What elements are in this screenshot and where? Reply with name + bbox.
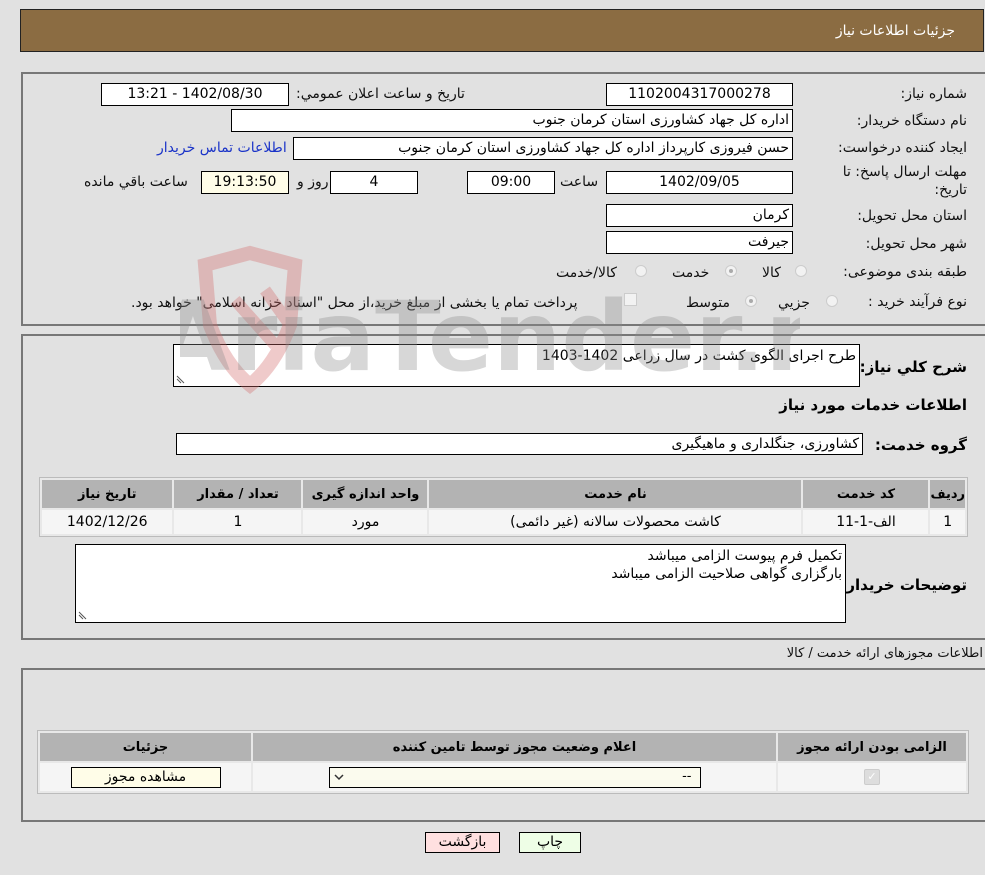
page-title: جزئیات اطلاعات نیاز — [835, 23, 955, 39]
deadline-time-field: 09:00 — [467, 171, 555, 194]
description-textarea[interactable]: طرح اجرای الگوی کشت در سال زراعی 1402-14… — [173, 344, 860, 387]
back-button[interactable]: بازگشت — [425, 832, 500, 853]
announce-date-label: تاریخ و ساعت اعلان عمومي: — [296, 86, 465, 102]
buyer-notes-line-2: بارگزاری گواهی صلاحیت الزامی میباشد — [611, 566, 842, 582]
buyer-org-field: اداره کل جهاد کشاورزی استان کرمان جنوب — [231, 109, 793, 132]
buyer-notes-line-1: تکمیل فرم پیوست الزامی میباشد — [647, 548, 843, 564]
cell-service-code: الف-1-11 — [803, 510, 929, 534]
table-row: 1 الف-1-11 کاشت محصولات سالانه (غیر دائم… — [42, 510, 965, 534]
description-text: طرح اجرای الگوی کشت در سال زراعی 1402-14… — [541, 348, 856, 364]
city-label: شهر محل تحویل: — [865, 236, 967, 252]
creator-label: ایجاد کننده درخواست: — [838, 140, 967, 156]
col-permit-details: جزئیات — [40, 733, 251, 761]
creator-field: حسن فیروزی کارپرداز اداره کل جهاد کشاورز… — [293, 137, 793, 160]
process-radio-minor[interactable] — [826, 295, 838, 307]
view-permit-button[interactable]: مشاهده مجوز — [70, 766, 221, 788]
col-service-code: کد خدمت — [803, 480, 929, 508]
service-group-field: کشاورزی، جنگلداری و ماهیگیری — [176, 433, 863, 455]
category-label: طبقه بندی موضوعی: — [843, 264, 967, 280]
treasury-note: پرداخت تمام یا بخشی از مبلغ خرید،از محل … — [131, 295, 578, 311]
process-option-medium: متوسط — [686, 295, 730, 311]
services-table-header: ردیف کد خدمت نام خدمت واحد اندازه گیری ت… — [42, 480, 965, 508]
treasury-checkbox[interactable] — [624, 293, 637, 306]
service-group-label: گروه خدمت: — [874, 436, 967, 454]
cell-unit: مورد — [303, 510, 428, 534]
cell-row: 1 — [930, 510, 965, 534]
province-label: استان محل تحویل: — [857, 208, 967, 224]
process-radio-medium[interactable] — [745, 295, 757, 307]
category-option-goods: کالا — [762, 265, 781, 281]
cell-permit-details: مشاهده مجوز — [40, 763, 251, 791]
col-quantity: تعداد / مقدار — [174, 480, 302, 508]
table-row: ✓ -- مشاهده مجوز — [40, 763, 966, 791]
time-remaining-label: ساعت باقي مانده — [84, 174, 188, 190]
services-section-title: اطلاعات خدمات مورد نیاز — [779, 396, 967, 414]
cell-permit-required: ✓ — [778, 763, 966, 791]
print-button[interactable]: چاپ — [519, 832, 581, 853]
col-permit-required: الزامی بودن ارائه مجوز — [778, 733, 966, 761]
category-radio-service[interactable] — [725, 265, 737, 277]
need-number-field: 1102004317000278 — [606, 83, 793, 106]
permits-table: الزامی بودن ارائه مجوز اعلام وضعیت مجوز … — [37, 730, 969, 794]
col-unit: واحد اندازه گیری — [303, 480, 428, 508]
category-radio-goods-service[interactable] — [635, 265, 647, 277]
deadline-date-field: 1402/09/05 — [606, 171, 793, 194]
announce-date-field: 1402/08/30 - 13:21 — [101, 83, 289, 106]
cell-permit-status: -- — [253, 763, 776, 791]
buyer-notes-label: توضیحات خریدار: — [840, 576, 967, 594]
deadline-label-date: تاریخ: — [934, 182, 967, 198]
category-radio-goods[interactable] — [795, 265, 807, 277]
chevron-down-icon — [333, 773, 344, 780]
province-field: کرمان — [606, 204, 793, 227]
permits-section-title: اطلاعات مجوزهای ارائه خدمت / کالا — [786, 646, 983, 661]
time-remaining-field: 19:13:50 — [201, 171, 289, 194]
col-service-name: نام خدمت — [429, 480, 802, 508]
buyer-contact-link[interactable]: اطلاعات تماس خریدار — [157, 140, 287, 156]
col-permit-status: اعلام وضعیت مجوز توسط تامین کننده — [253, 733, 776, 761]
col-need-date: تاریخ نیاز — [42, 480, 173, 508]
col-row: ردیف — [930, 480, 965, 508]
city-field: جیرفت — [606, 231, 793, 254]
permit-status-selected: -- — [682, 768, 692, 784]
process-label: نوع فرآیند خرید : — [868, 294, 967, 310]
days-label: روز و — [297, 174, 329, 190]
days-remaining-field: 4 — [330, 171, 418, 194]
cell-quantity: 1 — [174, 510, 302, 534]
cell-service-name: کاشت محصولات سالانه (غیر دائمی) — [429, 510, 802, 534]
category-option-goods-service: کالا/خدمت — [556, 265, 617, 281]
permit-status-select[interactable]: -- — [328, 766, 701, 788]
deadline-hour-label: ساعت — [560, 174, 599, 190]
buyer-notes-textarea[interactable]: تکمیل فرم پیوست الزامی میباشد بارگزاری گ… — [75, 544, 846, 623]
permit-required-checkbox[interactable]: ✓ — [864, 769, 880, 785]
resize-grip-icon[interactable] — [78, 611, 87, 620]
cell-need-date: 1402/12/26 — [42, 510, 173, 534]
need-number-label: شماره نیاز: — [900, 86, 968, 102]
description-label: شرح کلي نیاز: — [859, 358, 967, 376]
services-table: ردیف کد خدمت نام خدمت واحد اندازه گیری ت… — [39, 477, 968, 537]
permits-table-header: الزامی بودن ارائه مجوز اعلام وضعیت مجوز … — [40, 733, 966, 761]
resize-grip-icon[interactable] — [176, 375, 185, 384]
deadline-label: مهلت ارسال پاسخ: تا — [842, 164, 967, 180]
category-option-service: خدمت — [672, 265, 710, 281]
page-header: جزئیات اطلاعات نیاز — [20, 9, 984, 52]
buyer-org-label: نام دستگاه خریدار: — [856, 113, 967, 129]
process-option-minor: جزيي — [778, 295, 810, 311]
